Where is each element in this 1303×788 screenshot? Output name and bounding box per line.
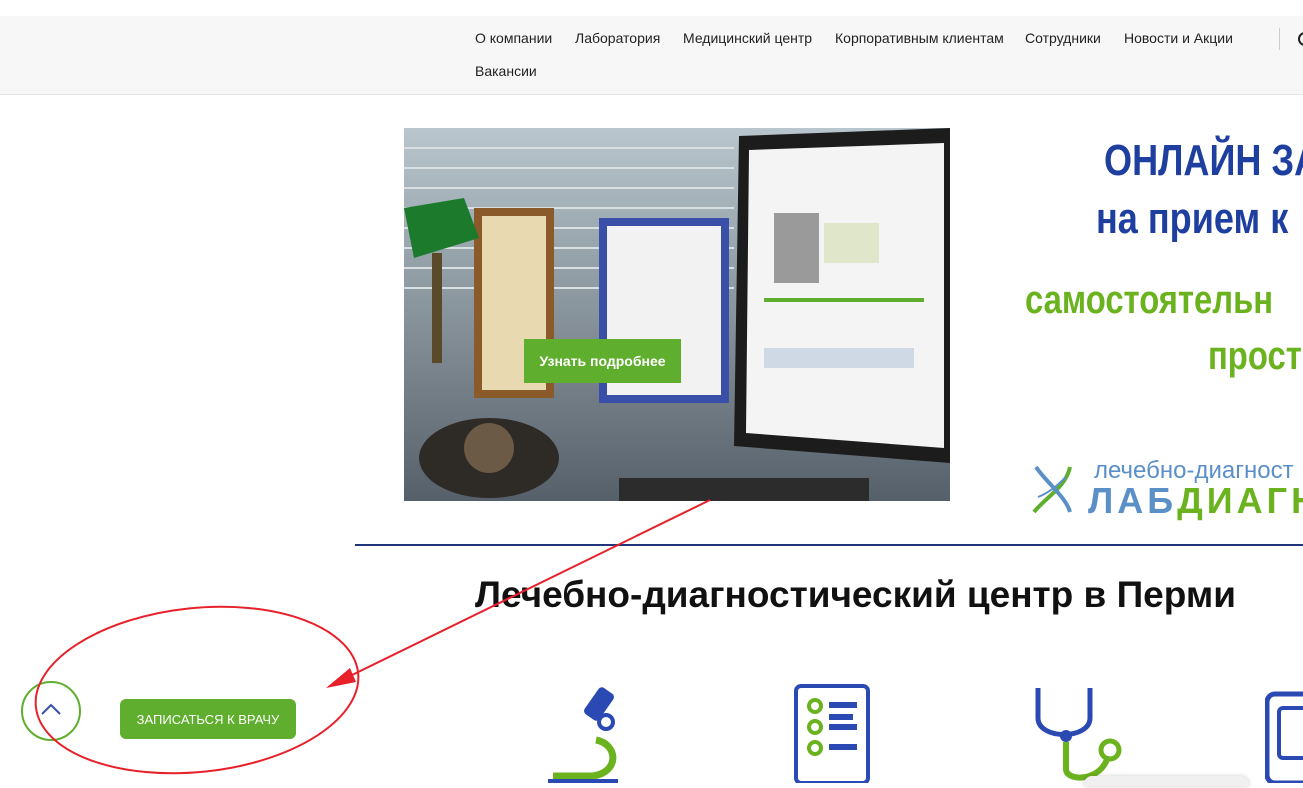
nav-item-company[interactable]: О компании (475, 30, 552, 46)
scroll-to-top-button[interactable] (21, 681, 81, 741)
nav-item-laboratory[interactable]: Лаборатория (575, 30, 660, 46)
nav-divider (1279, 28, 1280, 50)
microscope-icon (548, 684, 623, 788)
section-divider (355, 544, 1303, 546)
checklist-icon (794, 684, 870, 788)
promo-subline-2: прост (1208, 334, 1302, 378)
device-icon (1264, 684, 1303, 788)
hero-banner: Узнать подробнее ОНЛАЙН ЗА на прием к са… (355, 112, 1303, 532)
site-header: О компании Лаборатория Медицинский центр… (0, 16, 1303, 95)
promo-subline-1: самостоятельн (1025, 278, 1274, 322)
promo-headline-1: ОНЛАЙН ЗА (1104, 136, 1303, 185)
nav-item-corporate[interactable]: Корпоративным клиентам (835, 30, 1004, 46)
nav-item-vacancies[interactable]: Вакансии (475, 63, 537, 79)
nav-item-medical-center[interactable]: Медицинский центр (683, 30, 812, 46)
page-title: Лечебно-диагностический центр в Перми (475, 574, 1236, 615)
annotation-arrow-head (326, 668, 356, 688)
promo-headline-2: на прием к (1096, 194, 1289, 243)
nav-item-news[interactable]: Новости и Акции (1124, 30, 1233, 46)
chevron-up-icon (40, 702, 62, 721)
search-icon[interactable] (1296, 31, 1303, 54)
hero-photo: Узнать подробнее (404, 128, 950, 501)
book-doctor-button[interactable]: ЗАПИСАТЬСЯ К ВРАЧУ (120, 699, 296, 739)
learn-more-button[interactable]: Узнать подробнее (524, 339, 681, 383)
brand-logo-part-2: ДИАГН (1177, 480, 1303, 521)
annotation-ellipse (34, 605, 360, 775)
cookie-widget-tab[interactable] (1084, 776, 1249, 786)
nav-item-staff[interactable]: Сотрудники (1025, 30, 1101, 46)
brand-logo-part-1: ЛАБ (1088, 480, 1178, 521)
stethoscope-icon (1032, 684, 1124, 788)
brand-logo-mark (1026, 457, 1078, 524)
brand-logo-name: ЛАБДИАГН (1088, 480, 1303, 522)
